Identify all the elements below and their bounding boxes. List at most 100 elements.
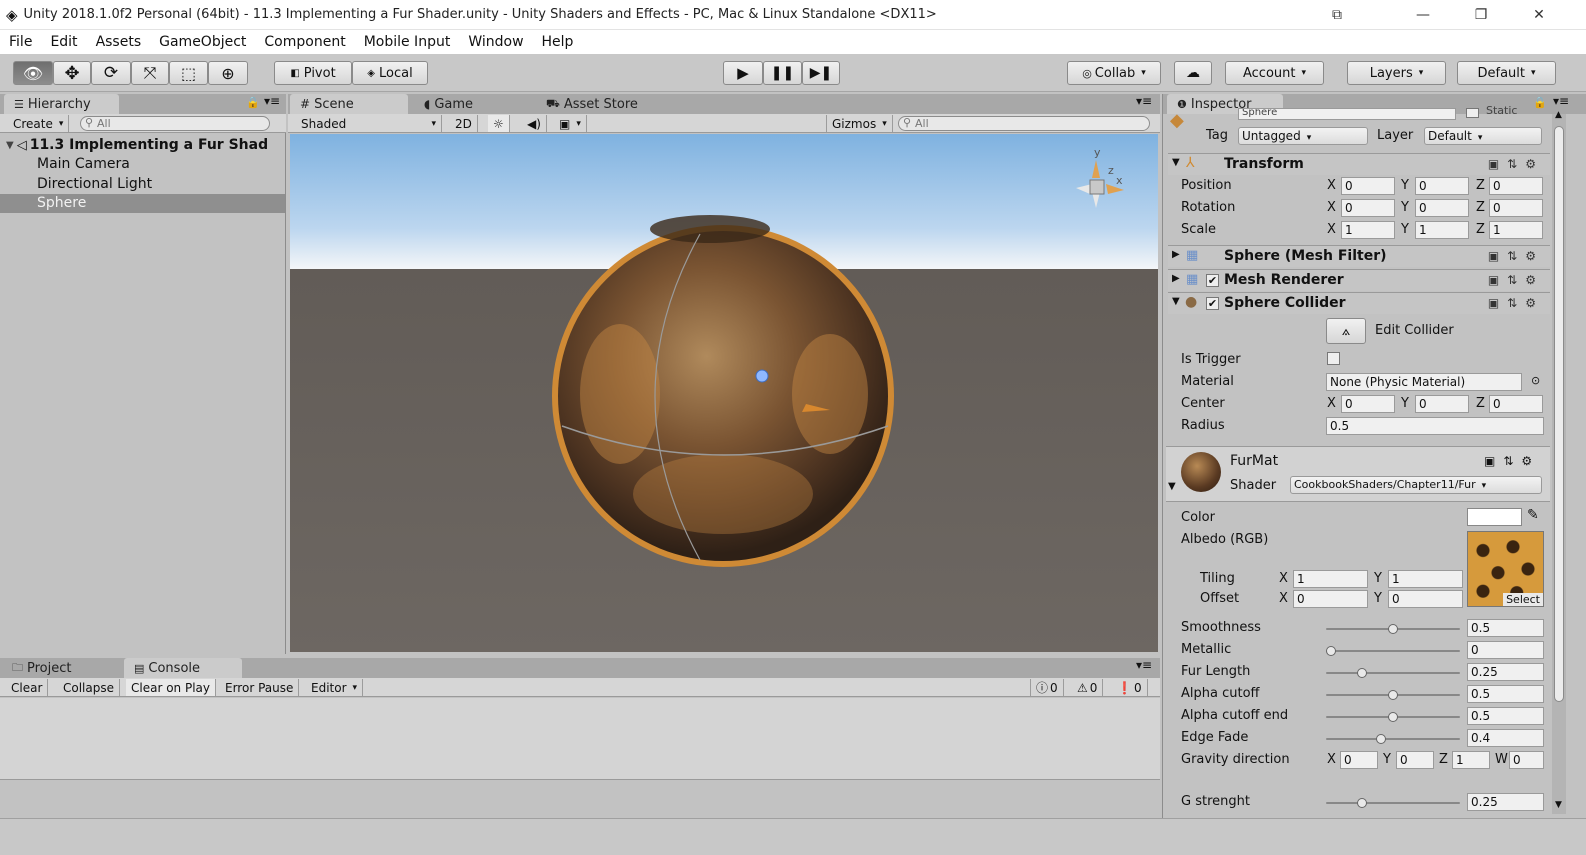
panel-menu-icon[interactable]: ▾≡ — [1553, 94, 1569, 108]
gravity-z-field[interactable]: 1 — [1452, 751, 1490, 769]
restore-icon[interactable]: ⧉ — [1314, 0, 1360, 30]
pivot-button[interactable]: ◧ Pivot — [274, 61, 352, 85]
menu-component[interactable]: Component — [255, 34, 354, 50]
scale-tool-button[interactable]: ⤧ — [131, 61, 169, 85]
object-name-field[interactable]: Sphere — [1238, 108, 1456, 120]
position-z-field[interactable]: 0 — [1489, 177, 1543, 195]
edge-fade-field[interactable]: 0.4 — [1467, 729, 1544, 747]
mesh-filter-header[interactable]: ▶ ▦ Sphere (Mesh Filter) ▣⇅⚙ — [1168, 245, 1550, 267]
rotation-y-field[interactable]: 0 — [1415, 199, 1469, 217]
fur-length-field[interactable]: 0.25 — [1467, 663, 1544, 681]
edge-fade-slider[interactable] — [1326, 734, 1460, 744]
maximize-icon[interactable]: ❐ — [1458, 0, 1504, 30]
position-x-field[interactable]: 0 — [1341, 177, 1395, 195]
menu-gameobject[interactable]: GameObject — [150, 34, 255, 50]
pivot-handle[interactable] — [755, 369, 769, 383]
component-actions-icon[interactable]: ▣⇅⚙ — [1488, 249, 1544, 263]
center-z-field[interactable]: 0 — [1489, 395, 1543, 413]
alpha-cutoff-end-slider[interactable] — [1326, 712, 1460, 722]
tab-scene[interactable]: # Scene — [290, 94, 408, 114]
component-actions-icon[interactable]: ▣⇅⚙ — [1488, 296, 1544, 310]
slider-knob[interactable] — [1357, 668, 1367, 678]
sphere-collider-header[interactable]: ▼ ● ✔ Sphere Collider ▣⇅⚙ — [1168, 292, 1550, 314]
hierarchy-item-main-camera[interactable]: Main Camera — [37, 156, 130, 172]
color-swatch[interactable] — [1467, 508, 1522, 526]
rect-tool-button[interactable]: ⬚ — [169, 61, 208, 85]
gravity-w-field[interactable]: 0 — [1509, 751, 1544, 769]
scroll-down-icon[interactable]: ▼ — [1555, 800, 1562, 810]
hand-tool-button[interactable]: 👁 — [13, 61, 53, 85]
expand-arrow-icon[interactable]: ▼ — [1168, 481, 1176, 492]
scale-x-field[interactable]: 1 — [1341, 221, 1395, 239]
close-icon[interactable]: ✕ — [1516, 0, 1562, 30]
object-picker-icon[interactable]: ⊙ — [1531, 374, 1540, 387]
metallic-slider[interactable] — [1326, 646, 1460, 656]
hierarchy-item-directional-light[interactable]: Directional Light — [37, 176, 152, 192]
slider-knob[interactable] — [1357, 798, 1367, 808]
albedo-texture-slot[interactable]: Select — [1467, 531, 1544, 607]
rotation-z-field[interactable]: 0 — [1489, 199, 1543, 217]
hierarchy-search-input[interactable]: All — [80, 116, 270, 131]
rotation-x-field[interactable]: 0 — [1341, 199, 1395, 217]
alpha-cutoff-end-field[interactable]: 0.5 — [1467, 707, 1544, 725]
scene-root-item[interactable]: ▼ ◁ 11.3 Implementing a Fur Shad — [6, 136, 286, 154]
pause-button[interactable]: ❚❚ — [763, 61, 802, 85]
transform-tool-button[interactable]: ⊕ — [208, 61, 248, 85]
scrollbar-thumb[interactable] — [1554, 126, 1564, 702]
layers-dropdown[interactable]: Layers — [1347, 61, 1446, 85]
is-trigger-checkbox[interactable] — [1327, 352, 1340, 365]
scene-orientation-gizmo[interactable]: y x z — [1060, 146, 1140, 226]
effects-dropdown[interactable]: ▣ — [554, 115, 587, 132]
mesh-renderer-enabled-checkbox[interactable]: ✔ — [1206, 274, 1219, 287]
shader-dropdown[interactable]: CookbookShaders/Chapter11/Fur — [1290, 476, 1542, 494]
panel-menu-icon[interactable]: ▾≡ — [1136, 94, 1152, 108]
play-button[interactable]: ▶ — [723, 61, 763, 85]
static-checkbox[interactable] — [1466, 108, 1479, 118]
tab-hierarchy[interactable]: ☰ Hierarchy — [4, 94, 119, 114]
position-y-field[interactable]: 0 — [1415, 177, 1469, 195]
metallic-field[interactable]: 0 — [1467, 641, 1544, 659]
shading-dropdown[interactable]: Shaded — [296, 115, 442, 132]
gizmos-dropdown[interactable]: Gizmos — [826, 115, 893, 132]
error-filter-button[interactable]: ❗ 0 — [1112, 679, 1148, 696]
select-texture-button[interactable]: Select — [1503, 593, 1543, 606]
collapse-button[interactable]: Collapse — [58, 679, 120, 696]
tab-asset-store[interactable]: ⛟ Asset Store — [536, 94, 666, 114]
minimize-icon[interactable]: — — [1400, 0, 1446, 30]
tab-project[interactable]: 🗀 Project — [2, 658, 120, 678]
component-actions-icon[interactable]: ▣⇅⚙ — [1484, 454, 1540, 468]
hierarchy-item-sphere[interactable]: Sphere — [0, 194, 285, 213]
tab-game[interactable]: ◖ Game — [414, 94, 524, 114]
scene-search-input[interactable]: All — [898, 116, 1150, 131]
smoothness-field[interactable]: 0.5 — [1467, 619, 1544, 637]
fur-sphere[interactable] — [290, 134, 1158, 652]
scroll-up-icon[interactable]: ▲ — [1555, 110, 1562, 120]
audio-toggle[interactable]: ◀) — [522, 115, 547, 132]
lock-icon[interactable]: 🔒 — [1533, 96, 1547, 109]
gravity-y-field[interactable]: 0 — [1396, 751, 1434, 769]
menu-help[interactable]: Help — [533, 34, 583, 50]
scale-y-field[interactable]: 1 — [1415, 221, 1469, 239]
local-button[interactable]: ◈ Local — [352, 61, 428, 85]
physic-material-field[interactable]: None (Physic Material) — [1326, 373, 1522, 391]
menu-assets[interactable]: Assets — [87, 34, 151, 50]
tiling-y-field[interactable]: 1 — [1388, 570, 1463, 588]
eyedropper-icon[interactable]: ✎ — [1527, 507, 1539, 523]
console-log-list[interactable] — [0, 698, 1160, 780]
lock-icon[interactable]: 🔒 — [246, 96, 260, 109]
create-dropdown[interactable]: Create — [8, 115, 70, 132]
slider-knob[interactable] — [1375, 734, 1386, 744]
rotate-tool-button[interactable]: ⟳ — [91, 61, 131, 85]
gravity-x-field[interactable]: 0 — [1340, 751, 1378, 769]
panel-menu-icon[interactable]: ▾≡ — [264, 94, 280, 108]
editor-dropdown[interactable]: Editor — [306, 679, 364, 696]
slider-knob[interactable] — [1326, 646, 1336, 656]
transform-header[interactable]: ▼ ⅄ Transform ▣⇅⚙ — [1168, 153, 1550, 175]
smoothness-slider[interactable] — [1326, 624, 1460, 634]
edit-collider-button[interactable]: ⟑ — [1326, 318, 1366, 344]
tiling-x-field[interactable]: 1 — [1293, 570, 1368, 588]
move-tool-button[interactable]: ✥ — [53, 61, 91, 85]
2d-toggle[interactable]: 2D — [450, 115, 478, 132]
g-strength-slider[interactable] — [1326, 798, 1460, 808]
panel-menu-icon[interactable]: ▾≡ — [1136, 658, 1152, 672]
